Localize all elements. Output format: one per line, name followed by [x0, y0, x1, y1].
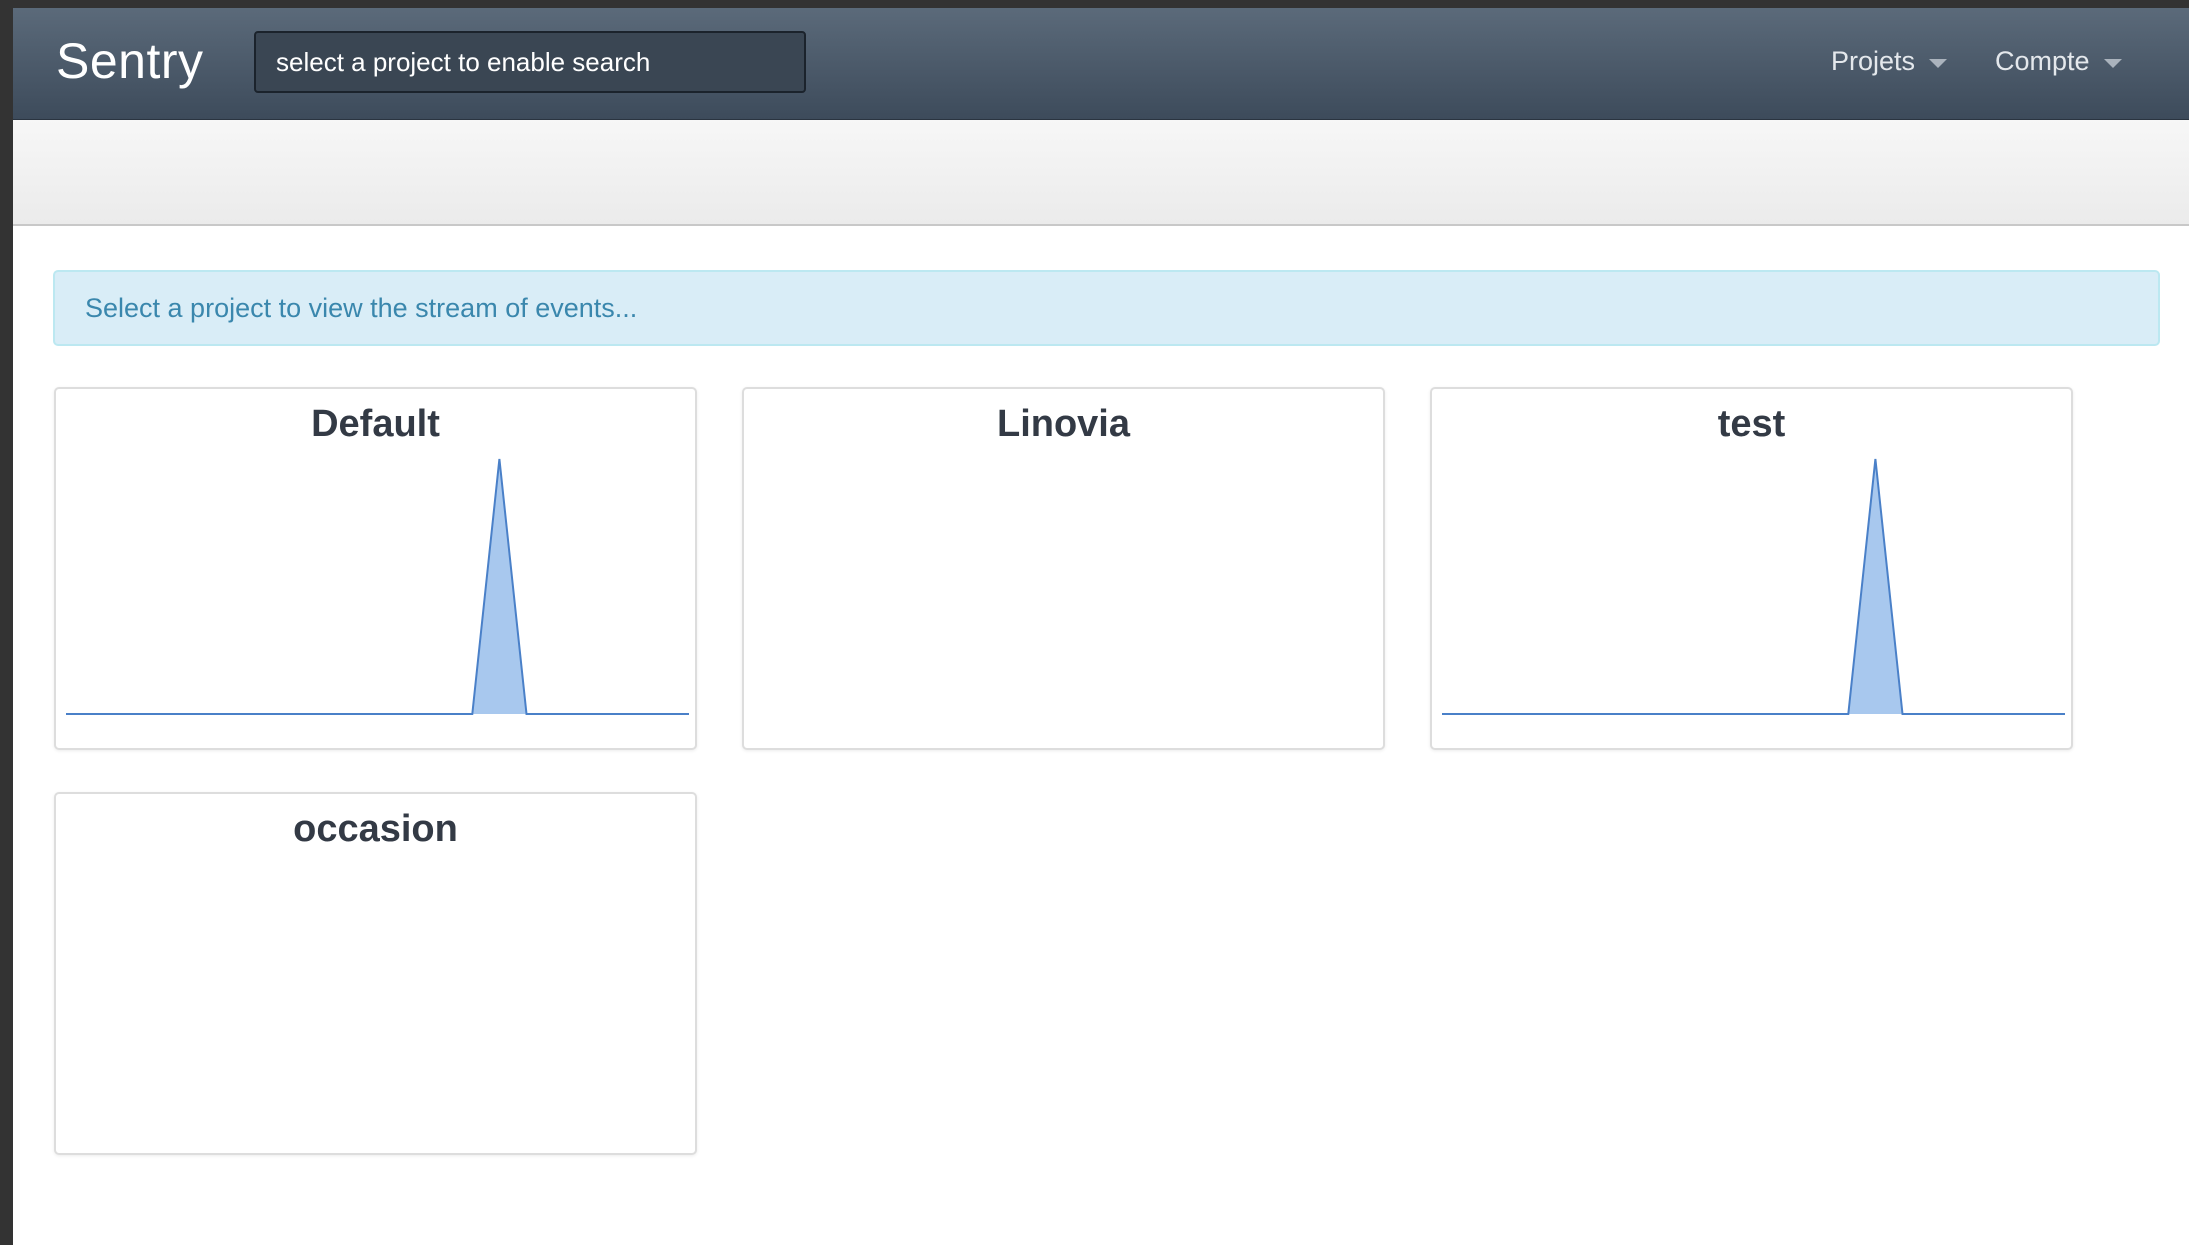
project-card-default[interactable]: Default	[54, 387, 697, 750]
project-card-occasion[interactable]: occasion	[54, 792, 697, 1155]
sparkline-area	[66, 459, 689, 714]
info-alert: Select a project to view the stream of e…	[53, 270, 2160, 346]
sparkline-line	[1442, 458, 2065, 715]
project-sparkline	[66, 458, 689, 715]
project-card-test[interactable]: test	[1430, 387, 2073, 750]
chevron-down-icon	[1929, 59, 1948, 68]
account-menu[interactable]: Compte	[1995, 46, 2122, 77]
sparkline-area	[1442, 459, 2065, 714]
sparkline-line	[66, 458, 689, 715]
app-window: Sentry Projets Compte Select a project t…	[13, 8, 2189, 1245]
projects-menu[interactable]: Projets	[1831, 46, 1948, 77]
account-menu-label: Compte	[1995, 46, 2090, 76]
sub-toolbar	[13, 120, 2189, 226]
top-navbar: Sentry Projets Compte	[13, 8, 2189, 120]
project-sparkline	[56, 794, 699, 1157]
project-sparkline	[1442, 458, 2065, 715]
search-input[interactable]	[254, 31, 806, 93]
info-alert-text: Select a project to view the stream of e…	[85, 292, 638, 323]
brand-logo[interactable]: Sentry	[56, 32, 204, 90]
projects-menu-label: Projets	[1831, 46, 1916, 76]
chevron-down-icon	[2103, 59, 2122, 68]
project-sparkline	[744, 389, 1387, 752]
project-card-linovia[interactable]: Linovia	[742, 387, 1385, 750]
